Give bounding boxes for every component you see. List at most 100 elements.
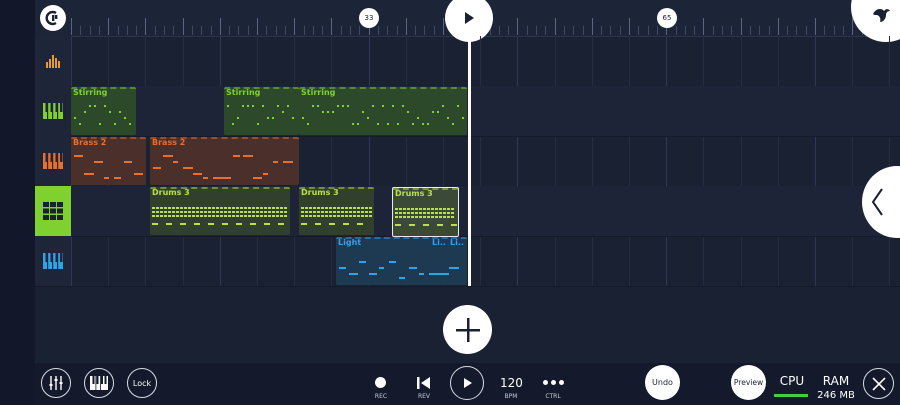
note bbox=[442, 105, 444, 107]
note bbox=[276, 207, 279, 209]
note bbox=[273, 161, 278, 163]
track-lane[interactable] bbox=[71, 36, 900, 87]
track-button-drums[interactable] bbox=[35, 186, 71, 237]
note bbox=[156, 215, 159, 217]
note bbox=[447, 208, 450, 210]
ruler-tick bbox=[498, 26, 500, 35]
note bbox=[302, 117, 304, 119]
pattern-clip[interactable]: Brass 2 bbox=[71, 137, 146, 185]
ruler-tick bbox=[294, 18, 296, 35]
add-track-button[interactable] bbox=[443, 305, 492, 354]
note bbox=[403, 216, 406, 218]
ruler-tick bbox=[591, 18, 593, 35]
pattern-clip[interactable]: Stirring bbox=[299, 87, 467, 135]
note bbox=[369, 215, 372, 217]
note bbox=[427, 212, 430, 214]
note bbox=[168, 211, 171, 213]
ruler-tick bbox=[508, 26, 510, 35]
clip-notes bbox=[71, 101, 136, 133]
note bbox=[422, 123, 424, 125]
note bbox=[313, 207, 316, 209]
note bbox=[172, 211, 175, 213]
ruler-tick bbox=[275, 26, 277, 35]
note bbox=[203, 177, 208, 179]
piano-roll-button[interactable] bbox=[84, 368, 114, 398]
note bbox=[325, 215, 328, 217]
note bbox=[248, 207, 251, 209]
note bbox=[89, 105, 91, 107]
note bbox=[407, 212, 410, 214]
note bbox=[104, 105, 106, 107]
note bbox=[267, 117, 269, 119]
note bbox=[305, 211, 308, 213]
rev-label: REV bbox=[417, 393, 431, 400]
track-button-brass[interactable] bbox=[35, 136, 71, 187]
rewind-button[interactable] bbox=[416, 375, 431, 394]
note bbox=[397, 123, 399, 125]
control-button[interactable] bbox=[543, 380, 564, 385]
play-button[interactable] bbox=[450, 366, 484, 400]
note bbox=[423, 224, 429, 226]
pattern-clip[interactable]: Li.. bbox=[448, 237, 467, 285]
clip-name: Drums 3 bbox=[395, 189, 433, 198]
note bbox=[349, 273, 358, 275]
note bbox=[411, 212, 414, 214]
clip-name: Brass 2 bbox=[152, 138, 186, 147]
ruler-tick bbox=[749, 26, 751, 35]
note bbox=[352, 123, 354, 125]
track-button-light[interactable] bbox=[35, 236, 71, 287]
note bbox=[327, 111, 329, 113]
lock-button[interactable]: Lock bbox=[127, 368, 157, 398]
playhead[interactable] bbox=[468, 36, 471, 286]
pattern-clip[interactable]: Brass 2 bbox=[150, 137, 299, 185]
note bbox=[200, 211, 203, 213]
fl-logo-icon bbox=[45, 10, 58, 26]
note bbox=[407, 208, 410, 210]
track-lane[interactable] bbox=[71, 236, 900, 287]
note bbox=[395, 212, 398, 214]
pattern-clip[interactable]: Li.. bbox=[430, 237, 448, 285]
ruler-tick bbox=[154, 26, 156, 35]
ruler-marker[interactable]: 65 bbox=[657, 8, 677, 28]
ruler-tick bbox=[424, 26, 426, 35]
clip-name: Drums 3 bbox=[152, 188, 190, 197]
track-button-automation[interactable] bbox=[35, 36, 71, 87]
note bbox=[74, 117, 76, 119]
mixer-button[interactable] bbox=[41, 368, 71, 398]
track-button-stirring[interactable] bbox=[35, 86, 71, 137]
ruler-tick bbox=[108, 18, 110, 35]
note bbox=[222, 223, 228, 225]
clip-name: Brass 2 bbox=[73, 138, 107, 147]
note bbox=[232, 215, 235, 217]
ruler-tick bbox=[675, 26, 677, 35]
note bbox=[357, 223, 363, 225]
note bbox=[313, 215, 316, 217]
ruler-tick bbox=[610, 26, 612, 35]
app-logo-button[interactable] bbox=[40, 5, 66, 31]
pattern-clip[interactable]: Drums 3 bbox=[392, 187, 459, 237]
pattern-clip[interactable]: Stirring bbox=[71, 87, 136, 135]
preview-button[interactable]: Preview bbox=[731, 365, 766, 400]
note bbox=[244, 215, 247, 217]
pattern-clip[interactable]: Stirring bbox=[224, 87, 299, 135]
note bbox=[124, 117, 126, 119]
note bbox=[329, 211, 332, 213]
pattern-clip[interactable]: Drums 3 bbox=[299, 187, 374, 235]
note bbox=[435, 208, 438, 210]
ruler-tick bbox=[229, 26, 231, 35]
close-button[interactable] bbox=[863, 368, 894, 399]
note bbox=[389, 261, 396, 263]
ruler-marker[interactable]: 33 bbox=[359, 8, 379, 28]
note bbox=[309, 211, 312, 213]
ruler-tick bbox=[796, 26, 798, 35]
note bbox=[272, 215, 275, 217]
bpm-value[interactable]: 120 bbox=[500, 376, 523, 390]
pattern-clip[interactable]: Drums 3 bbox=[150, 187, 290, 235]
clip-notes bbox=[224, 101, 299, 133]
undo-button[interactable]: Undo bbox=[645, 365, 680, 400]
record-button[interactable] bbox=[375, 377, 386, 388]
note bbox=[329, 223, 335, 225]
note bbox=[447, 216, 450, 218]
track-lane[interactable] bbox=[71, 86, 900, 137]
note bbox=[417, 117, 419, 119]
